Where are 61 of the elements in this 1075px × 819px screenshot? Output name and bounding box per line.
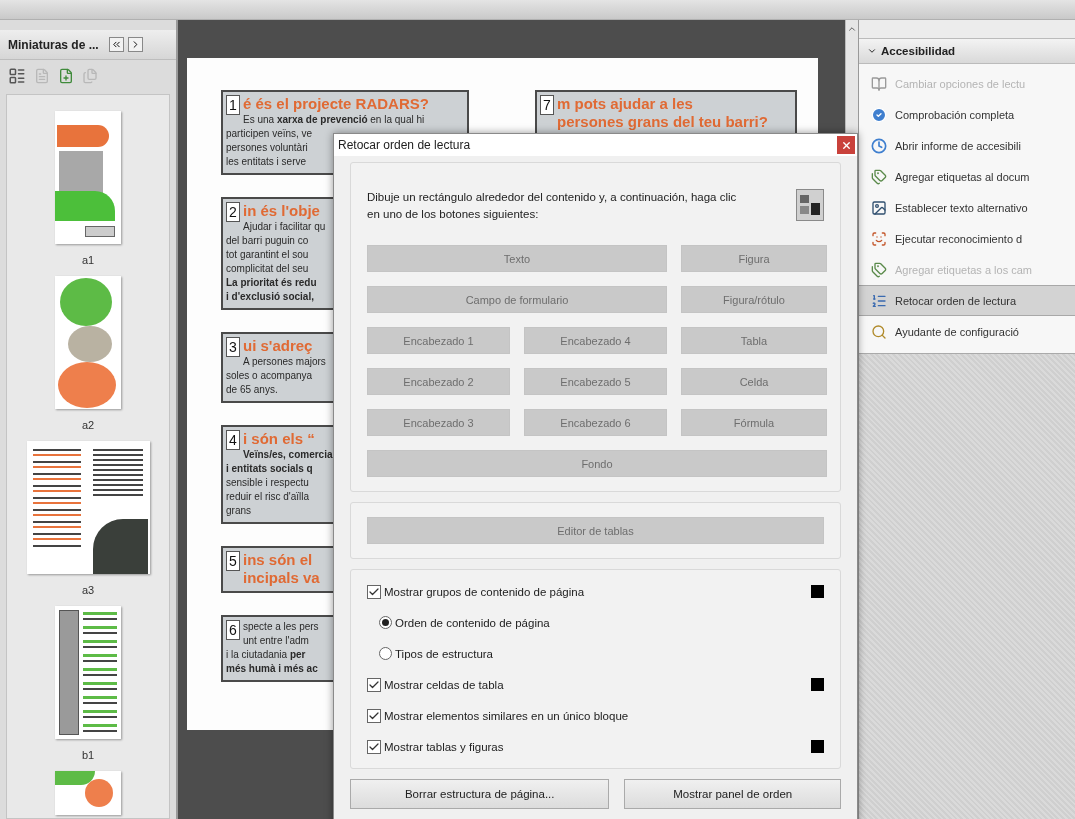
heading: ins són el <box>243 551 313 569</box>
dialog-title: Retocar orden de lectura <box>338 138 471 152</box>
option-label: Tipos de estructura <box>395 647 493 660</box>
order-number: 2 <box>226 202 240 222</box>
order-number: 4 <box>226 430 240 450</box>
tool-item[interactable]: Retocar orden de lectura <box>859 285 1075 316</box>
body-text: sensible i respectu <box>226 476 309 490</box>
body-text: reduir el risc d'aïlla <box>226 490 310 504</box>
body-text: de 65 anys. <box>226 383 278 397</box>
order-number: 3 <box>226 337 240 357</box>
tool-item[interactable]: Ejecutar reconocimiento d <box>859 223 1075 254</box>
body-text: Veïns/es, comercia <box>243 448 333 462</box>
order-number: 1 <box>226 95 240 115</box>
tool-item[interactable]: Abrir informe de accesibili <box>859 130 1075 161</box>
order-number: 5 <box>226 551 240 571</box>
panel-title: Miniaturas de ... <box>8 37 99 52</box>
body-text: del barri puguin co <box>226 234 309 248</box>
heading: é és el projecte RADARS? <box>243 95 429 113</box>
heading: m pots ajudar a les <box>557 95 693 113</box>
page-label: b1 <box>81 749 95 761</box>
option-label: Orden de contenido de página <box>395 616 550 629</box>
tool-item[interactable]: Comprobación completa <box>859 99 1075 130</box>
heading: persones grans del teu barri? <box>557 113 768 131</box>
body-text: les entitats i serve <box>226 155 307 169</box>
body-text: i la ciutadania per <box>226 648 306 662</box>
body-text: Ajudar i facilitar qu <box>243 220 326 234</box>
dialog-button[interactable]: Borrar estructura de página... <box>350 779 610 809</box>
body-text: persones voluntàri <box>226 141 308 155</box>
body-text: grans <box>226 504 251 518</box>
body-text: soles o acompanya <box>226 369 313 383</box>
page-label: a2 <box>81 419 95 431</box>
body-text: i d'exclusió social, <box>226 290 314 304</box>
heading: i són els “ <box>243 430 315 448</box>
option-label: Mostrar grupos de contenido de página <box>384 585 585 598</box>
body-text: participen veïns, ve <box>226 127 313 141</box>
option-label: Mostrar celdas de tabla <box>384 678 504 691</box>
instruction-text: Dibuje un rectángulo alrededor del contenido y, a continuación, haga clic en uno de los botones siguientes: <box>367 190 738 222</box>
body-text: unt entre l'adm <box>243 634 309 648</box>
heading: ui s'adreç <box>243 337 313 355</box>
tool-item[interactable]: Establecer texto alternativo <box>859 192 1075 223</box>
body-text: tot garantint el sou <box>226 248 309 262</box>
option-label: Mostrar elementos similares en un único bloque <box>384 709 629 722</box>
body-text: Es una xarxa de prevenció en la qual hi <box>243 113 425 127</box>
heading: incipals va <box>243 569 320 587</box>
order-number: 6 <box>226 620 240 640</box>
tool-item[interactable]: Agregar etiquetas al docum <box>859 161 1075 192</box>
option-label: Mostrar tablas y figuras <box>384 740 504 753</box>
section-header[interactable]: Accesibilidad <box>859 38 1075 64</box>
body-text: La prioritat és redu <box>226 276 317 290</box>
tool-item[interactable]: Ayudante de configuració <box>859 316 1075 347</box>
body-text: specte a les pers <box>243 620 319 634</box>
section-title: Accesibilidad <box>881 45 956 57</box>
body-text: A persones majors <box>243 355 326 369</box>
order-number: 7 <box>540 95 554 115</box>
body-text: més humà i més ac <box>226 662 318 676</box>
heading: in és l'obje <box>243 202 320 220</box>
dialog-button[interactable]: Mostrar panel de orden <box>624 779 841 809</box>
body-text: complicitat del seu <box>226 262 309 276</box>
body-text: i entitats socials q <box>226 462 313 476</box>
page-label: a3 <box>81 584 95 596</box>
page-label: a1 <box>81 254 95 266</box>
